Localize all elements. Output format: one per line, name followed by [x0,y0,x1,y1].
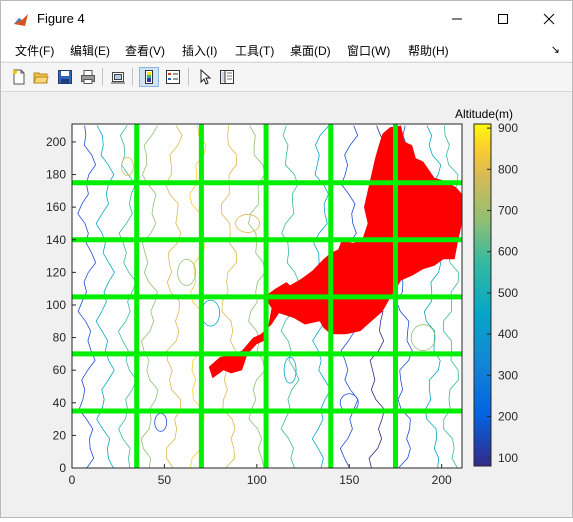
figure-canvas: 0 50 100 150 200 0 20 40 60 80 100 120 140 160 180 200… [1,92,572,517]
new-figure-button[interactable] [9,67,29,87]
close-button[interactable] [526,1,572,37]
y-tick-label: 80 [53,331,67,345]
y-axis-ticks: 0 20 40 60 80 100 120 140 160 180 200 [46,135,76,475]
menu-edit[interactable]: 编辑(E) [70,42,110,59]
menu-desktop[interactable]: 桌面(D) [290,42,331,59]
window-title: Figure 4 [37,11,85,26]
y-tick-label: 20 [53,428,67,442]
y-tick-label: 180 [46,168,66,182]
colorbar-tick-label: 400 [498,327,518,341]
matlab-figure-icon [13,12,29,28]
colorbar-tick-label: 200 [498,410,518,424]
colorbar-tick-label: 800 [498,162,518,176]
title-bar[interactable]: Figure 4 [1,1,572,37]
y-tick-label: 60 [53,363,67,377]
close-icon [543,13,555,25]
legend-toggle-button[interactable] [163,67,183,87]
y-tick-label: 140 [46,233,66,247]
menu-help[interactable]: 帮助(H) [408,42,449,59]
maximize-icon [498,14,508,24]
y-tick-label: 160 [46,200,66,214]
colorbar-toggle-button[interactable] [139,67,159,87]
print-button[interactable] [78,67,98,87]
open-file-icon [33,72,49,84]
contour-plot[interactable]: 0 50 100 150 200 0 20 40 60 80 100 120 140 160 180 200… [1,92,572,517]
y-tick-label: 0 [59,461,66,475]
y-tick-label: 40 [53,396,67,410]
figure-toolbar [1,62,572,92]
colorbar-title: Altitude(m) [455,107,513,121]
colorbar-tick-label: 300 [498,368,518,382]
colorbar-tick-label: 100 [498,451,518,465]
colorbar-toggle-icon [145,70,153,84]
y-tick-label: 100 [46,298,66,312]
save-icon [58,70,72,84]
menu-insert[interactable]: 插入(I) [182,42,217,59]
print-icon [81,70,95,84]
x-tick-label: 50 [158,473,172,487]
toolbar-separator [188,68,189,86]
colorbar-ticks: 100 200 300 400 500 600 700 800 900 [487,121,518,465]
x-tick-label: 0 [69,473,76,487]
y-tick-label: 120 [46,265,66,279]
colorbar-tick-label: 700 [498,204,518,218]
toolbar-separator [102,68,103,86]
dock-arrow-icon[interactable]: ↘ [551,43,560,56]
save-button[interactable] [55,67,75,87]
maximize-button[interactable] [480,1,526,37]
x-tick-label: 100 [247,473,267,487]
figure-window: Figure 4 文件(F) 编辑(E) 查看(V) 插入(I) 工具(T) 桌… [0,0,573,518]
colorbar-tick-label: 500 [498,286,518,300]
y-tick-label: 200 [46,135,66,149]
menu-file[interactable]: 文件(F) [15,42,54,59]
menu-bar: 文件(F) 编辑(E) 查看(V) 插入(I) 工具(T) 桌面(D) 窗口(W… [1,37,572,61]
edit-plot-pointer-icon [200,69,212,85]
property-inspector-button[interactable] [217,67,237,87]
legend-toggle-icon [166,70,180,84]
link-plot-button[interactable] [108,67,128,87]
menu-window[interactable]: 窗口(W) [347,42,390,59]
colorbar-tick-label: 600 [498,245,518,259]
menu-tools[interactable]: 工具(T) [235,42,274,59]
x-tick-label: 200 [432,473,452,487]
link-plot-icon [111,72,125,84]
x-tick-label: 150 [339,473,359,487]
toolbar-separator [132,68,133,86]
minimize-button[interactable] [434,1,480,37]
open-file-button[interactable] [31,67,51,87]
property-inspector-icon [220,70,234,84]
minimize-icon [452,18,462,20]
new-figure-icon [13,69,25,85]
colorbar[interactable] [473,123,492,467]
colorbar-tick-label: 900 [498,121,518,135]
edit-plot-button[interactable] [195,67,215,87]
menu-view[interactable]: 查看(V) [125,42,165,59]
